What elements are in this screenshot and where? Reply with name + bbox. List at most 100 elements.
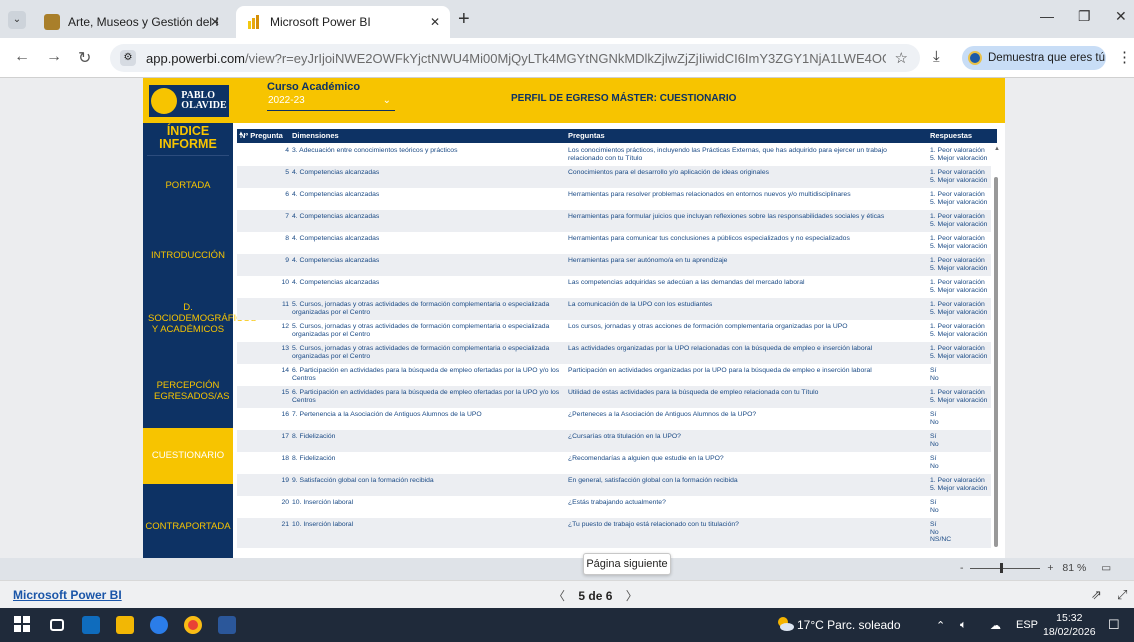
volume-icon[interactable]: 🔈︎ — [960, 619, 967, 632]
table-row[interactable]: 7 4. Competencias alcanzadas Herramientas … — [237, 210, 991, 232]
onedrive-icon[interactable]: ☁ — [990, 619, 1001, 632]
nav-portada[interactable]: PORTADA — [143, 180, 233, 191]
col-header-preguntas[interactable]: Preguntas — [568, 131, 605, 140]
weather-text[interactable]: 17°C Parc. soleado — [797, 618, 901, 632]
answers-cell: 1. Peor valoración 5. Mejor valoración — [930, 279, 988, 294]
report-page: PABLO OLAVIDE Curso Académico 2022-23 ⌄ P… — [143, 78, 1005, 558]
col-header-respuestas[interactable]: Respuestas — [930, 131, 972, 140]
question-cell: Herramientas para ser autónomo/a en tu a… — [568, 257, 728, 264]
share-icon[interactable]: ⇗ — [1091, 587, 1102, 603]
table-row[interactable]: 21 10. Inserción laboral ¿Tu puesto de tra… — [237, 518, 991, 548]
table-row[interactable]: 9 4. Competencias alcanzadas Herramientas … — [237, 254, 991, 276]
powerbi-brand-link[interactable]: Microsoft Power BI — [13, 588, 122, 602]
table-row[interactable]: 14 6. Participación en actividades para l… — [237, 364, 991, 386]
browser-tab-arte[interactable]: Arte, Museos y Gestión del Patr ✕ — [34, 6, 230, 38]
question-number: 15 — [281, 389, 289, 396]
question-cell: ¿Perteneces a la Asociación de Antiguos … — [568, 411, 757, 418]
edge-icon[interactable] — [150, 616, 168, 634]
question-cell: Los conocimientos prácticos, incluyendo … — [568, 147, 887, 162]
nav-introduccion[interactable]: INTRODUCCIÓN — [143, 250, 233, 261]
profile-button[interactable]: Demuestra que eres tú — [962, 46, 1106, 70]
table-row[interactable]: 11 5. Cursos, jornadas y otras actividade… — [237, 298, 991, 320]
reload-icon[interactable]: ↻ — [78, 48, 91, 68]
browser-menu-icon[interactable]: ⋮ — [1117, 48, 1132, 66]
answers-cell: 1. Peor valoración 5. Mejor valoración — [930, 191, 988, 206]
tab-close-icon[interactable]: ✕ — [210, 15, 220, 29]
word-icon[interactable] — [218, 616, 236, 634]
table-row[interactable]: 6 4. Competencias alcanzadas Herramientas … — [237, 188, 991, 210]
task-view-icon[interactable] — [50, 619, 64, 631]
address-bar[interactable]: ⚙ app.powerbi.com/view?r=eyJrIjoiNWE2OWF… — [110, 44, 920, 72]
previous-page-button[interactable]: 〈 — [553, 589, 565, 603]
zoom-slider[interactable] — [970, 562, 1041, 573]
question-number: 20 — [281, 499, 289, 506]
table-row[interactable]: 13 5. Cursos, jornadas y otras actividade… — [237, 342, 991, 364]
windows-start-icon[interactable] — [14, 616, 32, 634]
back-arrow-icon[interactable]: ← — [14, 48, 30, 66]
browser-tab-powerbi[interactable]: Microsoft Power BI ✕ — [236, 6, 450, 38]
chrome-icon[interactable] — [184, 616, 202, 634]
tab-close-icon[interactable]: ✕ — [430, 15, 440, 29]
notifications-icon[interactable]: ☐ — [1108, 617, 1120, 633]
browser-tab-bar: ⌄ Arte, Museos y Gestión del Patr ✕ Micr… — [0, 0, 1134, 38]
index-title-line2: INFORME — [159, 137, 217, 151]
table-row[interactable]: 4 3. Adecuación entre conocimientos teóri… — [237, 144, 991, 166]
new-tab-button[interactable]: + — [458, 8, 470, 31]
tray-chevron-icon[interactable]: ⌃ — [936, 619, 945, 632]
download-icon[interactable]: ⤓ — [933, 48, 940, 65]
table-row[interactable]: 15 6. Participación en actividades para l… — [237, 386, 991, 408]
nav-percepcion[interactable]: PERCEPCIÓN EGRESADOS/AS — [143, 380, 233, 402]
curso-slicer[interactable]: 2022-23 ⌄ — [267, 95, 395, 111]
dimension-cell: 4. Competencias alcanzadas — [292, 191, 380, 198]
fullscreen-icon[interactable]: ⤢ — [1117, 587, 1127, 603]
table-row[interactable]: 12 5. Cursos, jornadas y otras actividade… — [237, 320, 991, 342]
table-row[interactable]: 19 9. Satisfacción global con la formació… — [237, 474, 991, 496]
table-row[interactable]: 5 4. Competencias alcanzadas Conocimientos… — [237, 166, 991, 188]
fit-page-icon[interactable]: ▭ — [1101, 562, 1111, 574]
table-row[interactable]: 17 8. Fidelización ¿Cursarías otra titulac… — [237, 430, 991, 452]
bookmark-star-icon[interactable]: ☆ — [895, 49, 908, 67]
question-cell: ¿Estás trabajando actualmente? — [568, 499, 666, 506]
zoom-in-button[interactable]: + — [1047, 562, 1053, 574]
questions-table: Nº Pregunta ▲ Dimensiones Preguntas Resp… — [237, 129, 1000, 557]
table-row[interactable]: 16 7. Pertenencia a la Asociación de Anti… — [237, 408, 991, 430]
answers-cell: 1. Peor valoración 5. Mejor valoración — [930, 147, 988, 162]
nav-cuestionario[interactable]: CUESTIONARIO — [143, 428, 233, 484]
close-window-button[interactable]: ✕ — [1115, 8, 1127, 25]
browser-toolbar: ← → ↻ ⚙ app.powerbi.com/view?r=eyJrIjoiN… — [0, 38, 1134, 78]
report-index-sidebar: ÍNDICE INFORME PORTADA INTRODUCCIÓN D. SO… — [143, 123, 257, 558]
minimize-button[interactable]: — — [1040, 8, 1054, 24]
question-cell: ¿Recomendarías a alguien que estudie en … — [568, 455, 724, 462]
answers-cell: Sí No — [930, 455, 939, 470]
dimension-cell: 5. Cursos, jornadas y otras actividades … — [292, 345, 550, 360]
outlook-icon[interactable] — [82, 616, 100, 634]
zoom-slider-thumb[interactable] — [1000, 562, 1004, 573]
site-info-icon[interactable]: ⚙ — [120, 50, 136, 66]
table-row[interactable]: 8 4. Competencias alcanzadas Herramientas … — [237, 232, 991, 254]
restore-button[interactable]: ❐ — [1078, 8, 1091, 25]
language-indicator[interactable]: ESP — [1016, 619, 1038, 631]
report-header: PABLO OLAVIDE Curso Académico 2022-23 ⌄ P… — [143, 78, 1005, 123]
forward-arrow-icon[interactable]: → — [46, 48, 62, 66]
question-number: 7 — [285, 213, 289, 220]
col-header-dimensiones[interactable]: Dimensiones — [292, 131, 339, 140]
divider — [147, 155, 229, 156]
col-header-num[interactable]: Nº Pregunta — [240, 131, 283, 140]
report-canvas: PABLO OLAVIDE Curso Académico 2022-23 ⌄ P… — [0, 78, 1134, 558]
next-page-button[interactable]: 〉 — [626, 589, 638, 603]
tab-title: Arte, Museos y Gestión del Patr — [68, 15, 218, 29]
table-row[interactable]: 20 10. Inserción laboral ¿Estás trabajando… — [237, 496, 991, 518]
question-cell: Herramientas para comunicar tus conclusi… — [568, 235, 850, 242]
tab-search-button[interactable]: ⌄ — [8, 11, 26, 29]
table-row[interactable]: 18 8. Fidelización ¿Recomendarías a alguie… — [237, 452, 991, 474]
clock[interactable]: 15:32 18/02/2026 — [1043, 611, 1096, 639]
weather-icon[interactable] — [776, 616, 794, 632]
nav-sociodemograficos[interactable]: D. SOCIODEMOGRÁFICOS Y ACADÉMICOS — [143, 302, 257, 335]
scroll-up-icon[interactable]: ▲ — [994, 146, 1000, 152]
dimension-cell: 7. Pertenencia a la Asociación de Antigu… — [292, 411, 482, 418]
table-scrollbar[interactable] — [994, 177, 998, 547]
nav-contraportada[interactable]: CONTRAPORTADA — [143, 521, 233, 532]
zoom-out-button[interactable]: - — [960, 562, 964, 574]
table-row[interactable]: 10 4. Competencias alcanzadas Las competen… — [237, 276, 991, 298]
file-explorer-icon[interactable] — [116, 616, 134, 634]
